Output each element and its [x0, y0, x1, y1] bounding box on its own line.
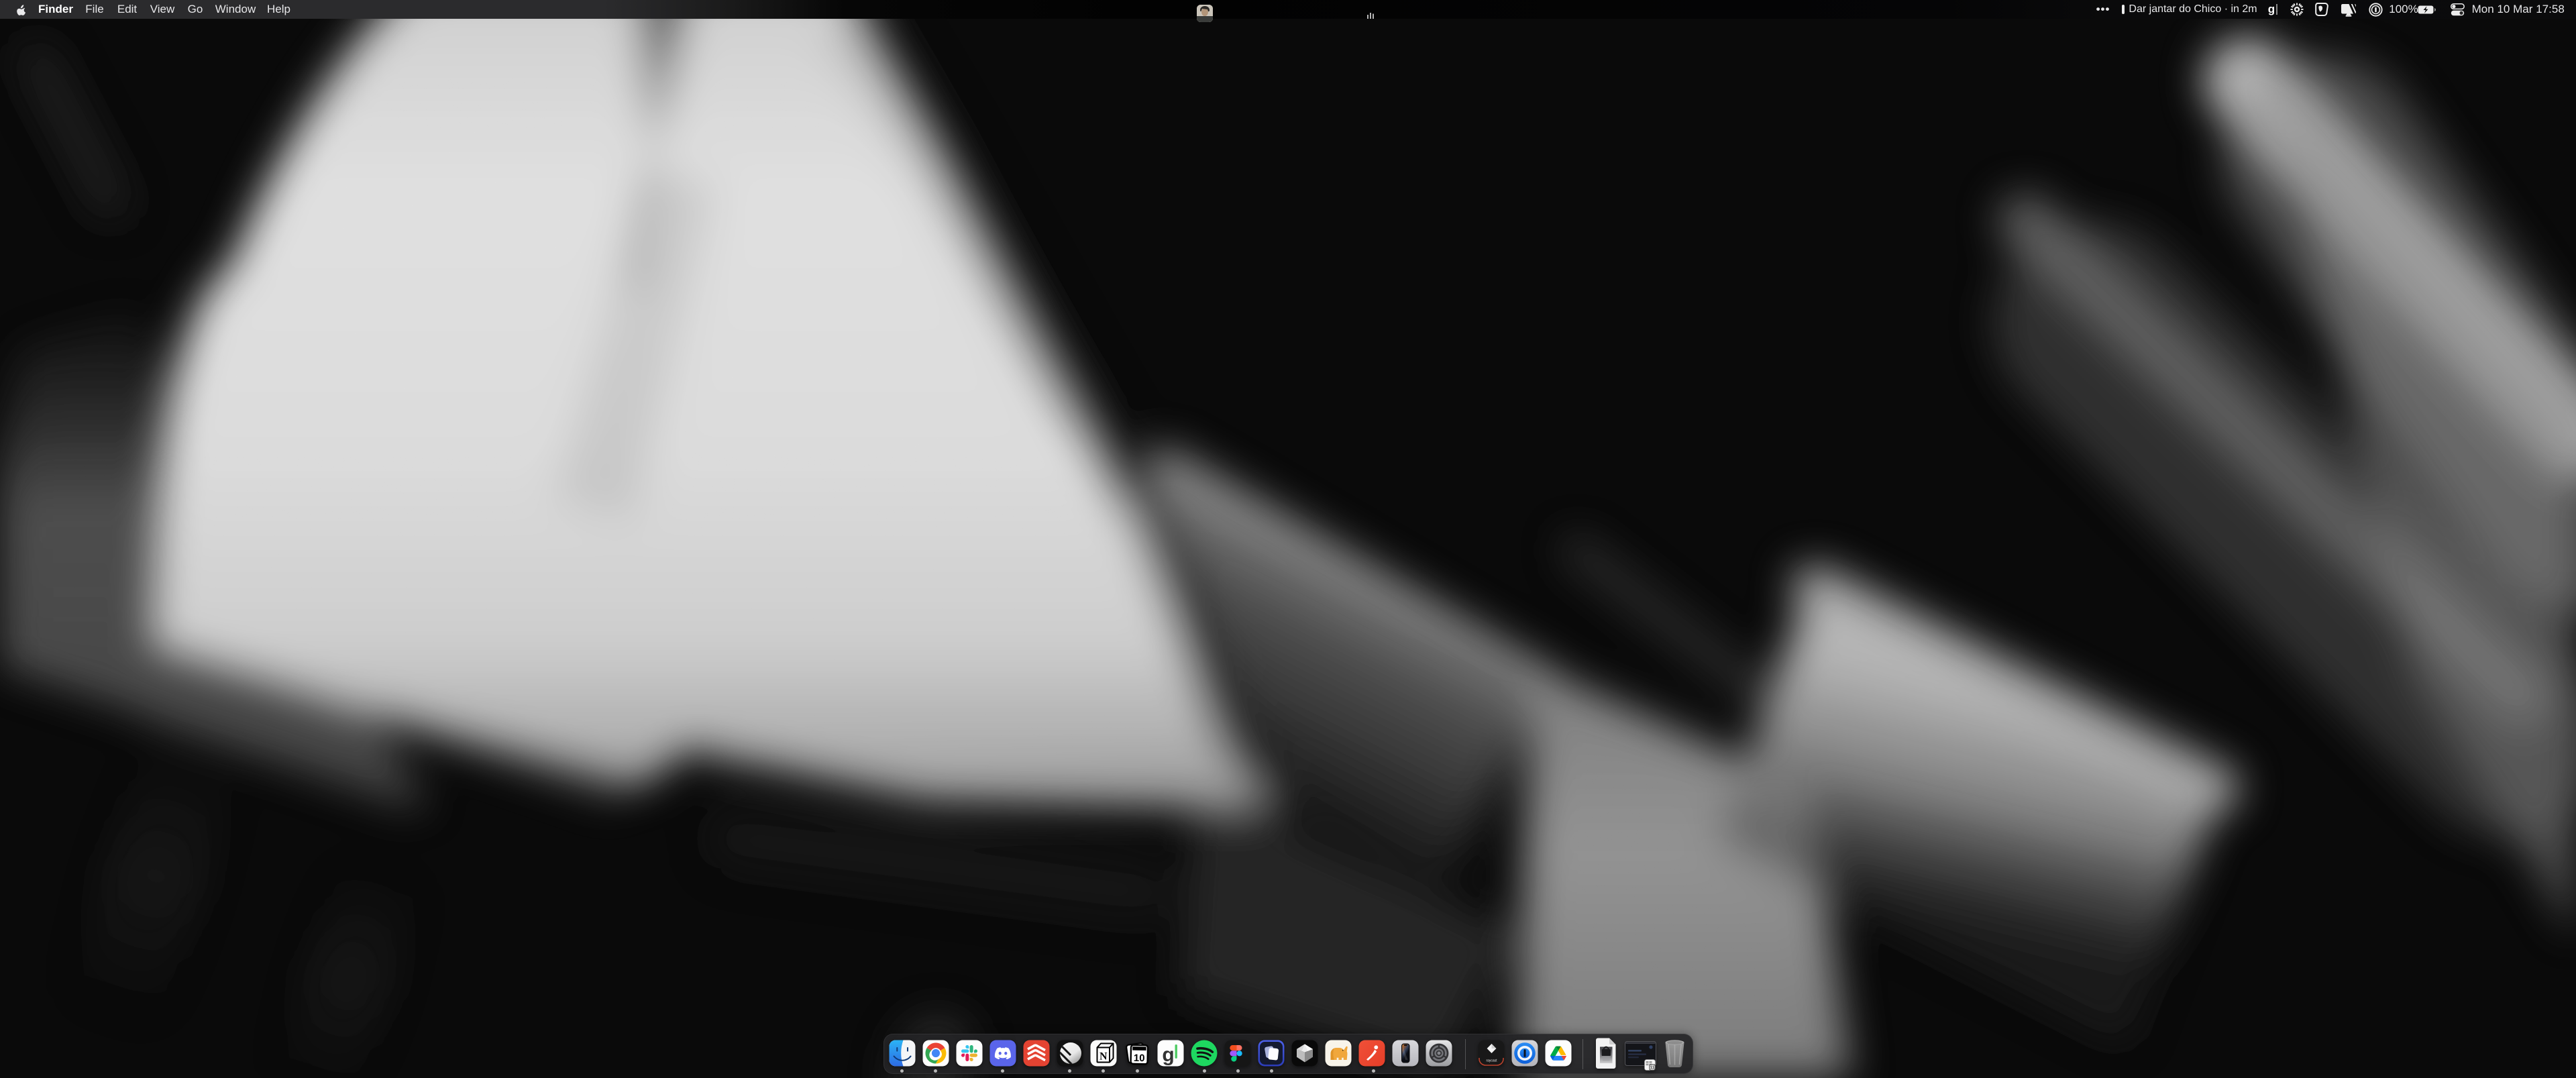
svg-text:g: g	[1162, 1044, 1174, 1066]
svg-text:N: N	[1099, 1051, 1108, 1063]
svg-text:11: 11	[1650, 1066, 1654, 1070]
svg-text:raycast: raycast	[1486, 1059, 1497, 1063]
svg-text:10: 10	[1133, 1053, 1144, 1064]
